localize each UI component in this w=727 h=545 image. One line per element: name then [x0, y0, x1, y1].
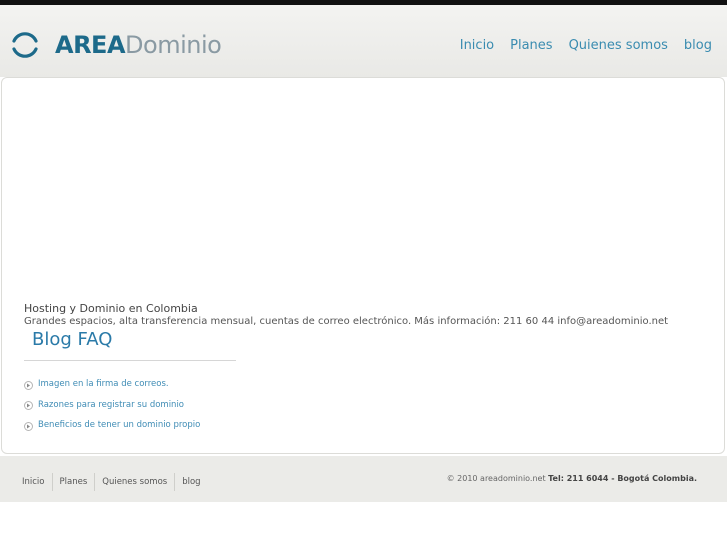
- main-nav: Inicio Planes Quienes somos blog: [460, 38, 712, 53]
- blog-link-firma-correos[interactable]: Imagen en la firma de correos.: [38, 379, 169, 389]
- arrow-right-circle-icon: [24, 380, 33, 390]
- content-panel: Hosting y Dominio en Colombia Grandes es…: [1, 77, 725, 454]
- logo-text-bold: AREA: [55, 31, 126, 59]
- tagline-description: Grandes espacios, alta transferencia men…: [24, 316, 669, 327]
- site-footer: Inicio Planes Quienes somos blog © 2010 …: [0, 456, 727, 502]
- blog-divider: [24, 360, 236, 361]
- contact-info: Tel: 211 6044 - Bogotá Colombia.: [548, 474, 697, 483]
- arrow-right-circle-icon: [24, 421, 33, 431]
- blog-list: Imagen en la firma de correos. Razones p…: [24, 374, 200, 436]
- blog-link-dominio-propio[interactable]: Beneficios de tener un dominio propio: [38, 420, 200, 430]
- logo-text-light: Dominio: [125, 31, 222, 59]
- site-logo[interactable]: AREADominio: [7, 27, 222, 63]
- footer-nav-planes[interactable]: Planes: [53, 477, 95, 487]
- nav-item-quienes-somos[interactable]: Quienes somos: [569, 38, 668, 53]
- footer-nav-inicio[interactable]: Inicio: [22, 477, 52, 487]
- footer-nav-blog[interactable]: blog: [175, 477, 207, 487]
- copyright-text: © 2010 areadominio.net: [446, 474, 546, 483]
- nav-item-planes[interactable]: Planes: [510, 38, 552, 53]
- list-item: Beneficios de tener un dominio propio: [24, 415, 200, 436]
- list-item: Imagen en la firma de correos.: [24, 374, 200, 395]
- logo-text: AREADominio: [55, 31, 222, 59]
- site-header: AREADominio Inicio Planes Quienes somos …: [0, 5, 727, 77]
- tagline-title: Hosting y Dominio en Colombia: [24, 302, 198, 315]
- logo-arc-icon: [12, 32, 38, 58]
- nav-item-blog[interactable]: blog: [684, 38, 712, 53]
- footer-nav-quienes-somos[interactable]: Quienes somos: [95, 477, 174, 487]
- blog-link-registrar-dominio[interactable]: Razones para registrar su dominio: [38, 400, 184, 410]
- list-item: Razones para registrar su dominio: [24, 395, 200, 416]
- blog-faq-heading: Blog FAQ: [32, 329, 113, 350]
- copyright: © 2010 areadominio.net Tel: 211 6044 - B…: [447, 474, 697, 483]
- arrow-right-circle-icon: [24, 401, 33, 411]
- footer-nav: Inicio Planes Quienes somos blog: [22, 473, 208, 491]
- nav-item-inicio[interactable]: Inicio: [460, 38, 494, 53]
